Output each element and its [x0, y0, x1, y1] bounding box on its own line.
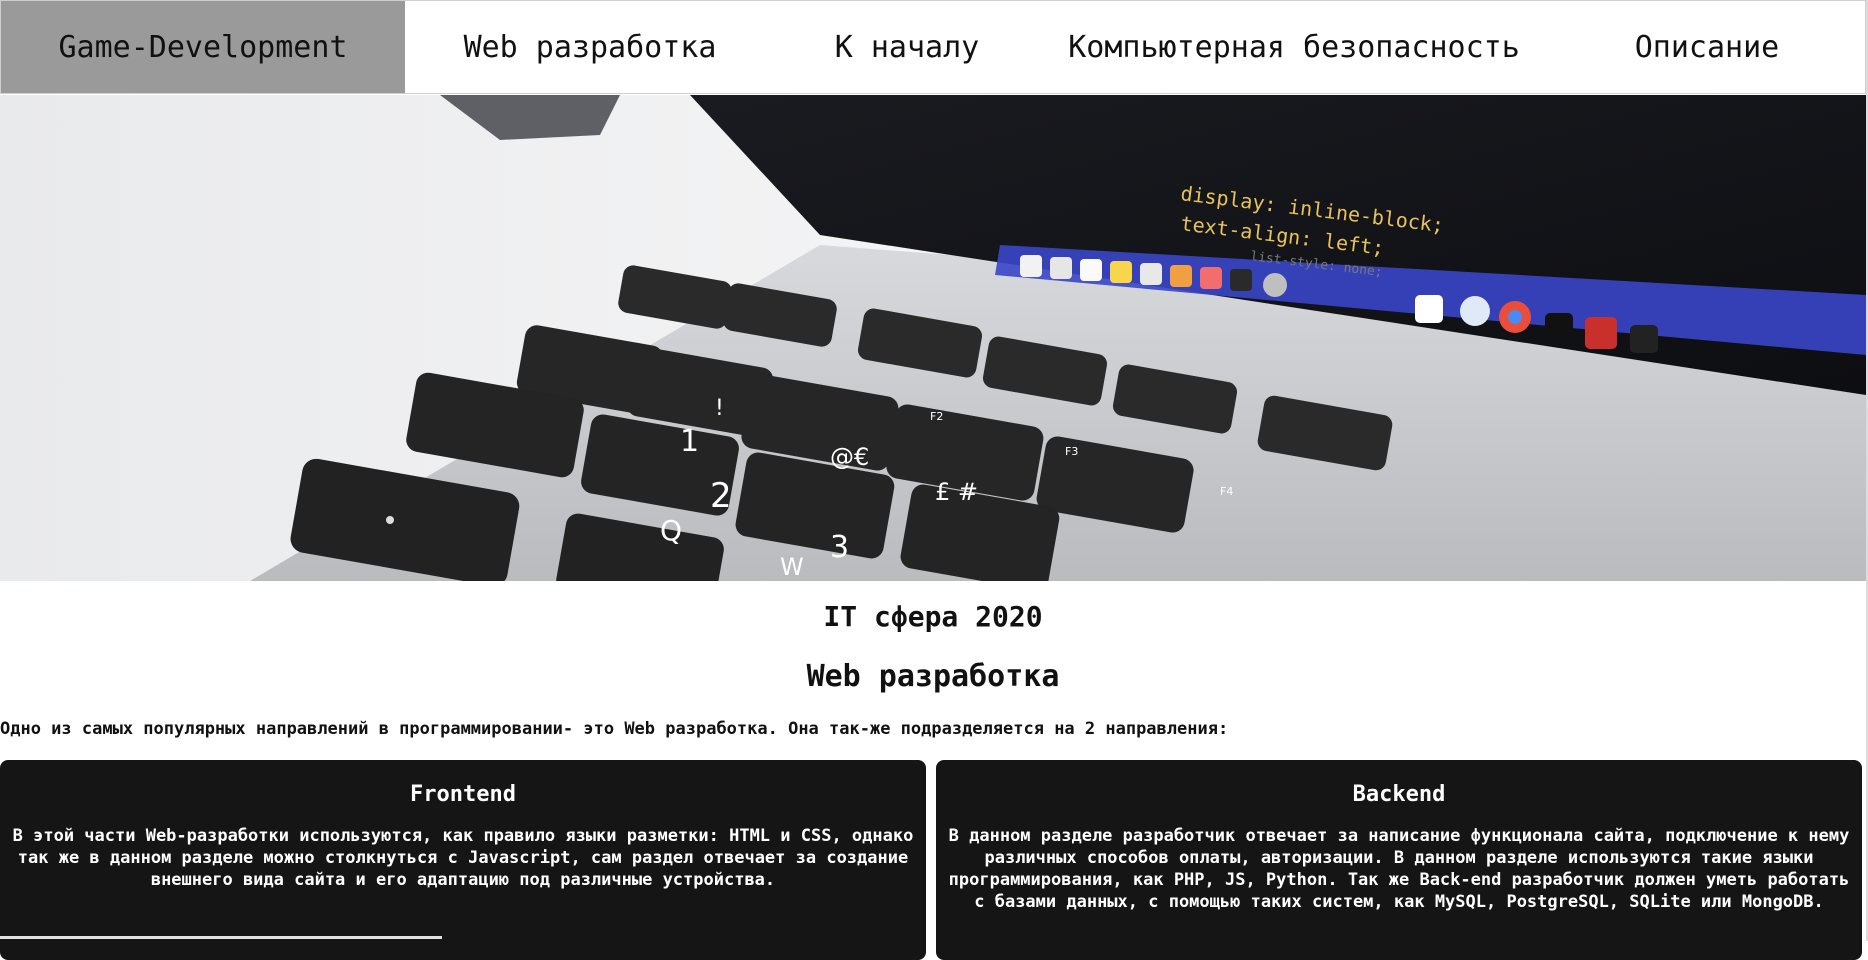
backend-text: В данном разделе разработчик отвечает за…: [948, 826, 1850, 912]
key-f3-label: F3: [1065, 445, 1078, 458]
frontend-title: Frontend: [410, 782, 516, 807]
hero-laptop-image: display: inline-block; text-align: left;…: [0, 95, 1866, 581]
page-heading: IT сфера 2020: [823, 600, 1043, 633]
key-2-label: 2: [710, 476, 732, 516]
backend-card: Backend В данном разделе разработчик отв…: [936, 760, 1862, 960]
nav-item-web-development[interactable]: Web разработка: [405, 1, 775, 93]
nav-item-description[interactable]: Описание: [1549, 1, 1865, 93]
key-f4-label: F4: [1220, 485, 1233, 498]
key-3-label: 3: [830, 530, 849, 565]
key-excl-label: !: [715, 396, 724, 421]
key-1-label: 1: [680, 424, 699, 459]
nav-item-label: Game-Development: [58, 29, 348, 65]
key-f2-label: F2: [930, 410, 943, 423]
section-heading: Web разработка: [806, 659, 1060, 694]
nav-item-label: К началу: [834, 29, 980, 65]
laptop-illustration: display: inline-block; text-align: left;…: [0, 95, 1866, 581]
frontend-text: В этой части Web-разработки используются…: [12, 826, 914, 890]
nav-item-home[interactable]: К началу: [775, 1, 1039, 93]
backend-title: Backend: [1352, 782, 1446, 807]
horizontal-scroll-indicator[interactable]: [0, 936, 442, 939]
key-w-label: W: [780, 553, 804, 581]
nav-item-label: Компьютерная безопасность: [1068, 29, 1520, 65]
nav-item-game-development[interactable]: Game-Development: [1, 1, 405, 93]
intro-paragraph: Одно из самых популярных направлений в п…: [0, 719, 1229, 739]
key-q-label: Q: [660, 514, 682, 547]
nav-item-computer-security[interactable]: Компьютерная безопасность: [1039, 1, 1549, 93]
key-pound-label: £ #: [935, 478, 978, 506]
top-navigation: Game-Development Web разработка К началу…: [0, 0, 1866, 94]
nav-item-label: Описание: [1634, 29, 1780, 65]
frontend-card: Frontend В этой части Web-разработки исп…: [0, 760, 926, 960]
key-at-label: @€: [830, 443, 869, 471]
nav-item-label: Web разработка: [463, 29, 717, 65]
